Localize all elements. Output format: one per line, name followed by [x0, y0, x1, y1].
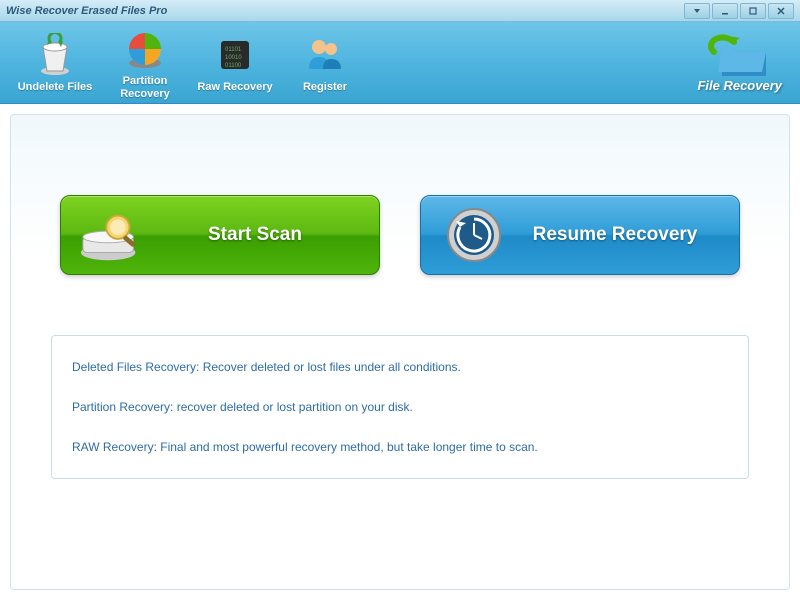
- maximize-button[interactable]: [740, 3, 766, 19]
- svg-text:01100: 01100: [225, 63, 242, 69]
- toolbar-label: Raw Recovery: [197, 81, 272, 93]
- main-area: Start Scan Resume Recovery Deleted: [0, 104, 800, 600]
- folder-arrow-icon: [704, 32, 776, 80]
- close-button[interactable]: [768, 3, 794, 19]
- minimize-button[interactable]: [712, 3, 738, 19]
- info-line: Partition Recovery: recover deleted or l…: [72, 400, 728, 414]
- recycle-bin-icon: [31, 31, 79, 79]
- logo: File Recovery: [697, 32, 790, 93]
- raw-recovery-button[interactable]: 01101 10010 01100 Raw Recovery: [190, 27, 280, 97]
- pie-chart-icon: [121, 25, 169, 73]
- undelete-files-button[interactable]: Undelete Files: [10, 27, 100, 97]
- binary-chip-icon: 01101 10010 01100: [211, 31, 259, 79]
- action-row: Start Scan Resume Recovery: [51, 195, 749, 275]
- toolbar-label: Register: [303, 81, 347, 93]
- users-icon: [301, 31, 349, 79]
- toolbar: Undelete Files Partition Recovery 01101 …: [0, 22, 800, 104]
- window-title: Wise Recover Erased Files Pro: [6, 5, 167, 17]
- resume-recovery-label: Resume Recovery: [509, 224, 721, 246]
- logo-text: File Recovery: [697, 78, 782, 93]
- svg-text:01101: 01101: [225, 47, 242, 53]
- dropdown-button[interactable]: [684, 3, 710, 19]
- main-panel: Start Scan Resume Recovery Deleted: [10, 114, 790, 590]
- info-box: Deleted Files Recovery: Recover deleted …: [51, 335, 749, 479]
- resume-recovery-button[interactable]: Resume Recovery: [420, 195, 740, 275]
- clock-restore-icon: [439, 203, 509, 267]
- start-scan-button[interactable]: Start Scan: [60, 195, 380, 275]
- toolbar-label: Partition Recovery: [120, 75, 170, 99]
- titlebar: Wise Recover Erased Files Pro: [0, 0, 800, 22]
- drive-magnify-icon: [79, 203, 149, 267]
- info-line: RAW Recovery: Final and most powerful re…: [72, 440, 728, 454]
- toolbar-label: Undelete Files: [18, 81, 93, 93]
- svg-text:10010: 10010: [225, 55, 242, 61]
- info-line: Deleted Files Recovery: Recover deleted …: [72, 360, 728, 374]
- partition-recovery-button[interactable]: Partition Recovery: [100, 21, 190, 103]
- start-scan-label: Start Scan: [149, 224, 361, 246]
- register-button[interactable]: Register: [280, 27, 370, 97]
